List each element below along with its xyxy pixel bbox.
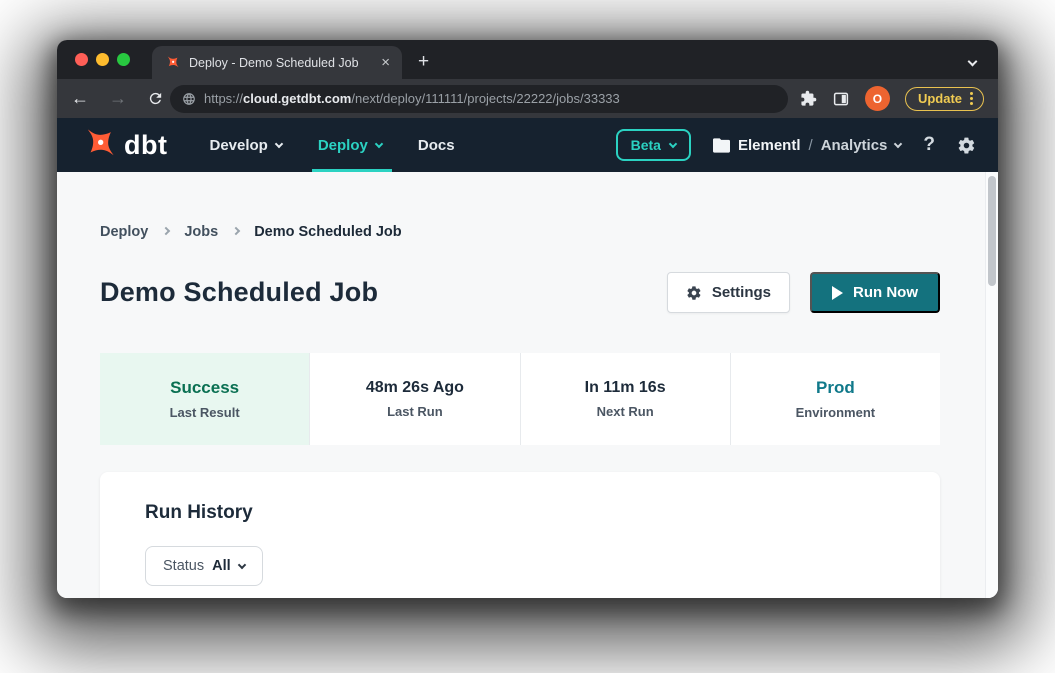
nav-item-develop[interactable]: Develop [209,118,281,172]
stat-next-run: In 11m 16s Next Run [520,353,730,445]
toolbar-right-cluster: O Update [800,86,984,111]
chevron-down-icon [237,560,245,568]
account-project-switcher[interactable]: Elementl / Analytics [713,137,901,154]
breadcrumb-current: Demo Scheduled Job [254,224,401,240]
stat-label: Last Run [387,404,443,419]
dbt-favicon-icon [164,55,180,71]
chevron-down-icon [375,139,383,147]
job-stats-row: Success Last Result 48m 26s Ago Last Run… [100,353,940,445]
window-controls [57,40,144,79]
scrollbar-thumb[interactable] [988,176,996,286]
play-icon [832,286,843,300]
chevron-down-icon [275,139,283,147]
dbt-navbar: dbt Develop Deploy Docs Beta [57,118,998,172]
screenshot-stage: Deploy - Demo Scheduled Job × + ← → [0,0,1055,673]
project-name: Analytics [821,137,888,154]
gear-icon [686,285,702,301]
scrollbar-track[interactable] [985,172,998,598]
browser-tab-strip: Deploy - Demo Scheduled Job × + [57,40,998,79]
new-tab-button[interactable]: + [418,51,429,73]
dbt-brand-text: dbt [124,130,167,161]
run-now-button[interactable]: Run Now [810,272,940,313]
stat-value: 48m 26s Ago [366,379,464,397]
maximize-window-button[interactable] [117,53,130,66]
extensions-puzzle-icon[interactable] [800,90,817,107]
nav-item-deploy[interactable]: Deploy [318,118,382,172]
stat-label: Environment [796,405,875,420]
chevron-down-icon [669,139,677,147]
page-title: Demo Scheduled Job [100,277,667,308]
tab-list-chevron-icon[interactable] [968,57,978,67]
stat-value: Success [170,378,239,398]
browser-menu-icon[interactable] [970,92,973,105]
stat-label: Last Result [170,405,240,420]
side-panel-icon[interactable] [832,90,850,108]
settings-button[interactable]: Settings [667,272,790,313]
dbt-logo[interactable]: dbt [79,126,167,164]
browser-update-button[interactable]: Update [905,87,984,111]
breadcrumb: Deploy Jobs Demo Scheduled Job [100,172,940,240]
settings-gear-icon[interactable] [957,136,976,155]
reload-button[interactable] [147,90,164,107]
nav-item-docs[interactable]: Docs [418,118,455,172]
beta-dropdown[interactable]: Beta [616,129,691,161]
page-content: Deploy Jobs Demo Scheduled Job Demo Sche… [57,172,998,598]
status-filter-dropdown[interactable]: Status All [145,546,263,586]
profile-avatar[interactable]: O [865,86,890,111]
globe-icon [182,92,196,106]
account-name: Elementl [738,137,801,154]
stat-label: Next Run [597,404,654,419]
browser-toolbar: ← → https://cloud.getdbt.com/next/deploy… [57,79,998,118]
chevron-down-icon [894,139,902,147]
navbar-right-cluster: Beta Elementl / Analytics ? [616,129,976,161]
run-history-card: Run History Status All [100,472,940,598]
folder-icon [713,138,730,153]
stat-last-result: Success Last Result [100,353,309,445]
stat-value: In 11m 16s [585,379,666,397]
url-text: https://cloud.getdbt.com/next/deploy/111… [204,91,620,106]
breadcrumb-deploy[interactable]: Deploy [100,224,148,240]
breadcrumb-jobs[interactable]: Jobs [184,224,218,240]
stat-environment: Prod Environment [730,353,940,445]
chevron-right-icon [162,227,170,235]
browser-tab[interactable]: Deploy - Demo Scheduled Job × [152,46,402,79]
tab-title: Deploy - Demo Scheduled Job [189,56,372,70]
stat-value: Prod [816,378,855,398]
forward-button: → [109,88,127,109]
minimize-window-button[interactable] [96,53,109,66]
browser-window: Deploy - Demo Scheduled Job × + ← → [57,40,998,598]
chevron-right-icon [232,227,240,235]
stat-last-run: 48m 26s Ago Last Run [309,353,519,445]
close-window-button[interactable] [75,53,88,66]
url-bar[interactable]: https://cloud.getdbt.com/next/deploy/111… [170,85,788,113]
run-history-title: Run History [145,502,895,524]
help-button[interactable]: ? [923,134,935,156]
back-button[interactable]: ← [71,88,89,109]
tab-close-icon[interactable]: × [381,55,390,70]
